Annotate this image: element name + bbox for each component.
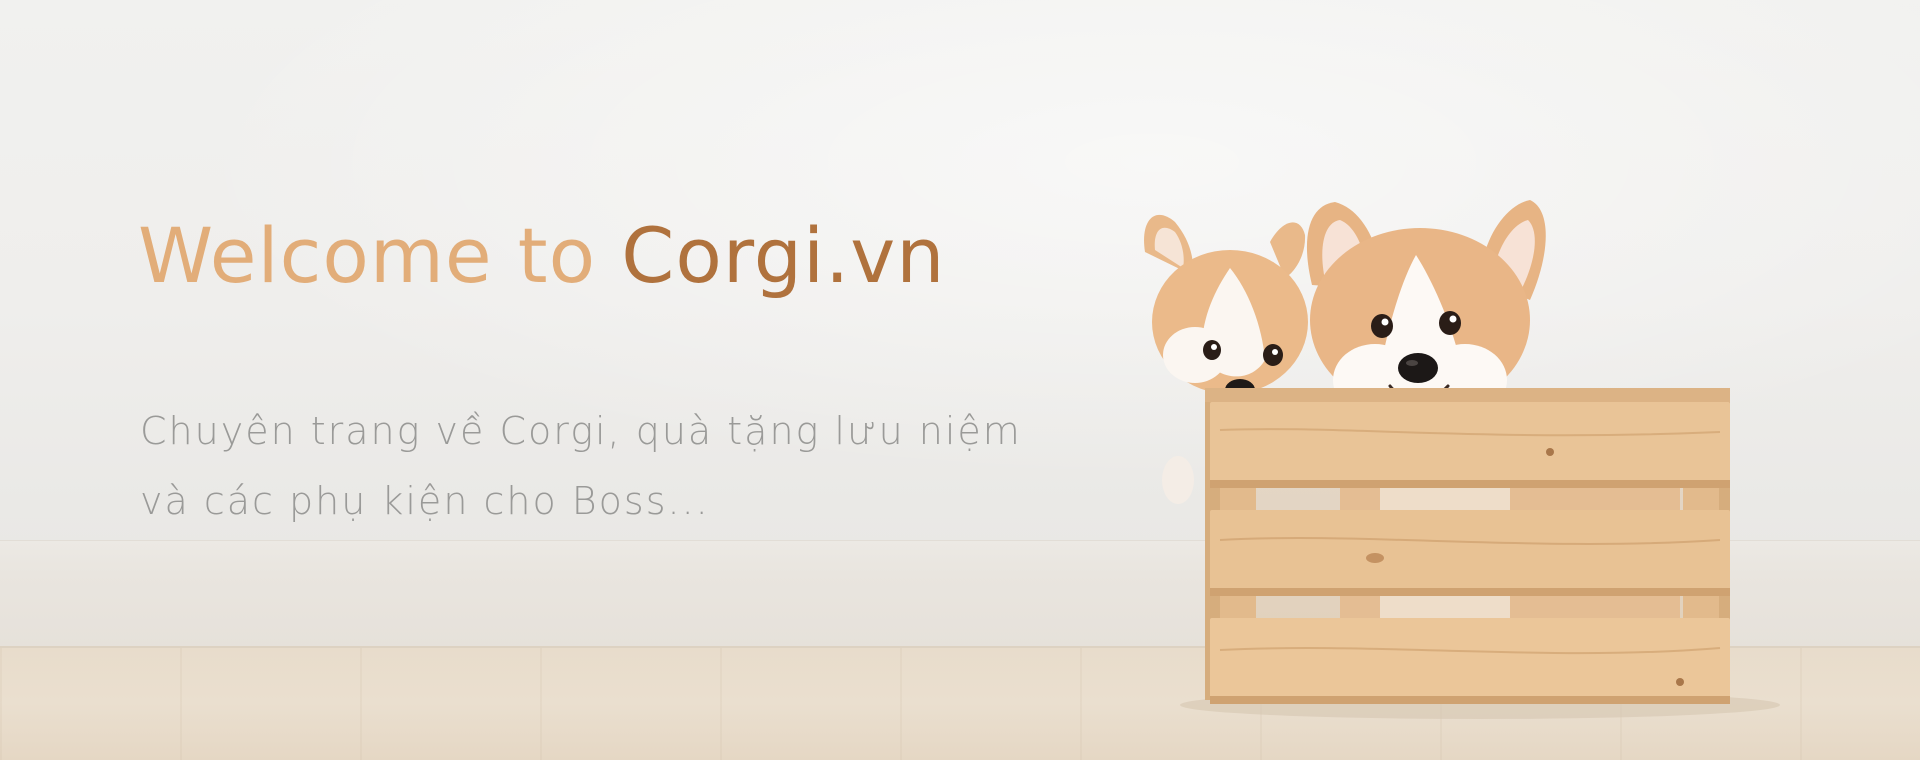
hero-banner: Welcome to Corgi.vn Chuyên trang về Corg… — [0, 0, 1920, 760]
subtitle-line-2: và các phụ kiện cho Boss... — [140, 479, 710, 523]
subtitle-line-1: Chuyên trang về Corgi, quà tặng lưu niệm — [140, 409, 1022, 453]
headline-brand: Corgi.vn — [621, 211, 946, 300]
corgi-crate-illustration — [1144, 200, 1780, 719]
headline-prefix: Welcome to — [138, 211, 622, 300]
hero-headline: Welcome to Corgi.vn — [138, 214, 945, 298]
wooden-crate — [1205, 388, 1730, 704]
hero-subtitle: Chuyên trang về Corgi, quà tặng lưu niệm… — [140, 396, 1100, 536]
